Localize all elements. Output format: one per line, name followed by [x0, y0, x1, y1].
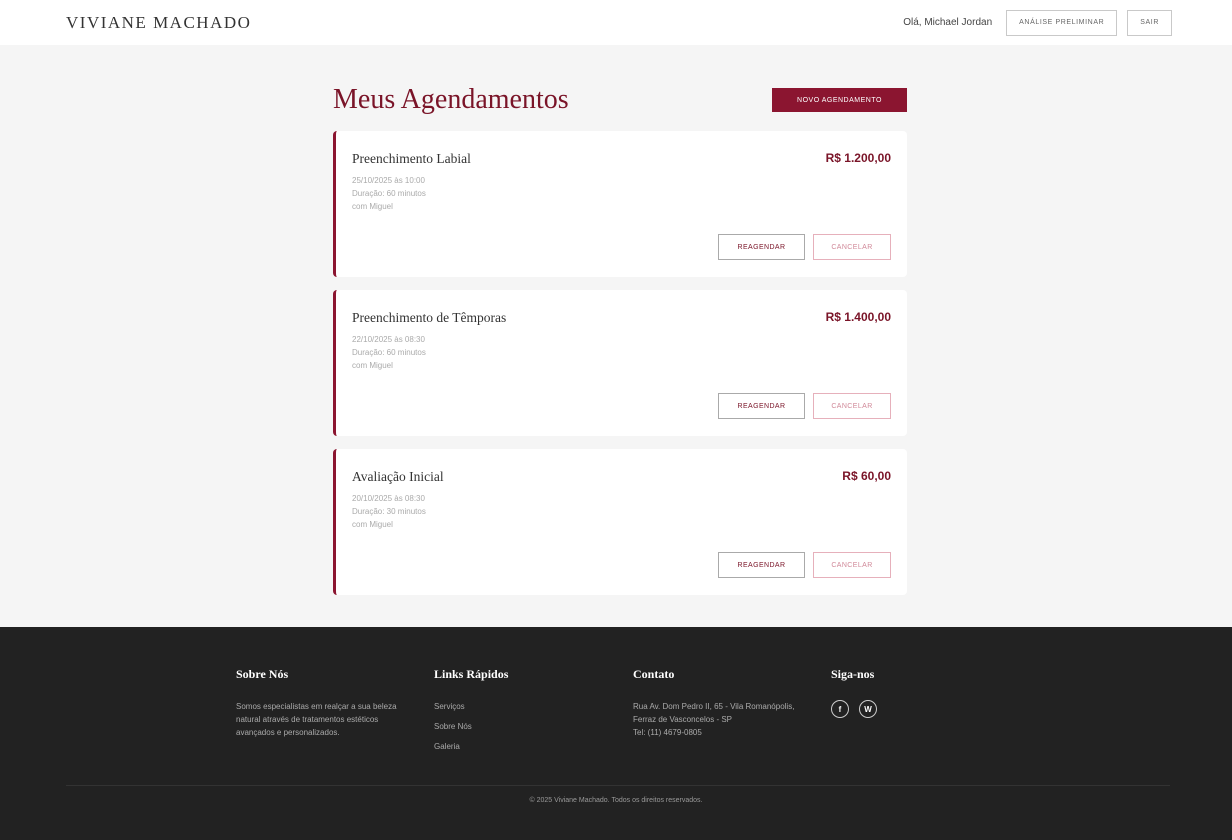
brand-logo[interactable]: VIVIANE MACHADO: [66, 13, 251, 33]
appointment-duration: Duração: 60 minutos: [352, 348, 426, 357]
appointment-professional: com Miguel: [352, 361, 393, 370]
cancel-button[interactable]: CANCELAR: [813, 393, 891, 419]
footer-about-text: Somos especialistas em realçar a sua bel…: [236, 702, 397, 737]
footer-links: Links Rápidos Serviços Sobre Nós Galeria: [434, 667, 584, 760]
appointment-card: Preenchimento de Têmporas R$ 1.400,00 22…: [333, 290, 907, 436]
logout-button[interactable]: SAIR: [1127, 9, 1172, 36]
site-header: VIVIANE MACHADO Olá, Michael Jordan ANÁL…: [0, 0, 1232, 45]
footer-contact: Contato Rua Av. Dom Pedro II, 65 - Vila …: [633, 667, 803, 739]
footer-follow: Siga-nos f W: [831, 667, 981, 718]
appointment-price: R$ 60,00: [842, 469, 891, 483]
appointments-section: Meus Agendamentos NOVO AGENDAMENTO Preen…: [333, 45, 907, 595]
cancel-button[interactable]: CANCELAR: [813, 552, 891, 578]
appointment-details: 22/10/2025 às 08:30 Duração: 60 minutos …: [352, 333, 426, 372]
appointment-service: Preenchimento de Têmporas: [352, 310, 507, 325]
user-greeting: Olá, Michael Jordan: [903, 17, 993, 28]
appointment-duration: Duração: 60 minutos: [352, 189, 426, 198]
appointment-details: 20/10/2025 às 08:30 Duração: 30 minutos …: [352, 492, 426, 531]
preliminary-analysis-button[interactable]: ANÁLISE PRELIMINAR: [1006, 9, 1118, 36]
appointment-datetime: 20/10/2025 às 08:30: [352, 494, 425, 503]
reschedule-button[interactable]: REAGENDAR: [718, 393, 805, 419]
social-links: f W: [831, 700, 981, 718]
page-title: Meus Agendamentos: [333, 84, 569, 115]
reschedule-button[interactable]: REAGENDAR: [718, 552, 805, 578]
footer-about: Sobre Nós Somos especialistas em realçar…: [236, 667, 406, 739]
appointment-professional: com Miguel: [352, 202, 393, 211]
appointment-actions: REAGENDAR CANCELAR: [718, 552, 891, 578]
cancel-button[interactable]: CANCELAR: [813, 234, 891, 260]
new-appointment-button[interactable]: NOVO AGENDAMENTO: [772, 88, 907, 112]
appointment-actions: REAGENDAR CANCELAR: [718, 393, 891, 419]
reschedule-button[interactable]: REAGENDAR: [718, 234, 805, 260]
footer-contact-address: Rua Av. Dom Pedro II, 65 - Vila Romanópo…: [633, 702, 795, 724]
site-footer: Sobre Nós Somos especialistas em realçar…: [0, 627, 1232, 840]
appointment-price: R$ 1.400,00: [825, 310, 891, 324]
appointment-details: 25/10/2025 às 10:00 Duração: 60 minutos …: [352, 174, 426, 213]
appointment-card: Avaliação Inicial R$ 60,00 20/10/2025 às…: [333, 449, 907, 595]
appointment-service: Preenchimento Labial: [352, 151, 471, 166]
appointment-price: R$ 1.200,00: [825, 151, 891, 165]
footer-link-about[interactable]: Sobre Nós: [434, 720, 584, 733]
appointment-professional: com Miguel: [352, 520, 393, 529]
appointment-duration: Duração: 30 minutos: [352, 507, 426, 516]
footer-contact-title: Contato: [633, 667, 675, 681]
footer-divider: [66, 785, 1170, 786]
header-actions: Olá, Michael Jordan ANÁLISE PRELIMINAR S…: [903, 9, 1172, 36]
appointment-card: Preenchimento Labial R$ 1.200,00 25/10/2…: [333, 131, 907, 277]
facebook-icon[interactable]: f: [831, 700, 849, 718]
footer-link-services[interactable]: Serviços: [434, 700, 584, 713]
appointment-datetime: 25/10/2025 às 10:00: [352, 176, 425, 185]
footer-link-gallery[interactable]: Galeria: [434, 740, 584, 753]
copyright-text: © 2025 Viviane Machado. Todos os direito…: [529, 797, 703, 804]
whatsapp-icon[interactable]: W: [859, 700, 877, 718]
appointment-datetime: 22/10/2025 às 08:30: [352, 335, 425, 344]
appointment-actions: REAGENDAR CANCELAR: [718, 234, 891, 260]
appointment-service: Avaliação Inicial: [352, 469, 444, 484]
footer-links-title: Links Rápidos: [434, 667, 509, 681]
footer-contact-phone: Tel: (11) 4679-0805: [633, 728, 702, 737]
footer-follow-title: Siga-nos: [831, 667, 875, 681]
footer-about-title: Sobre Nós: [236, 667, 289, 681]
